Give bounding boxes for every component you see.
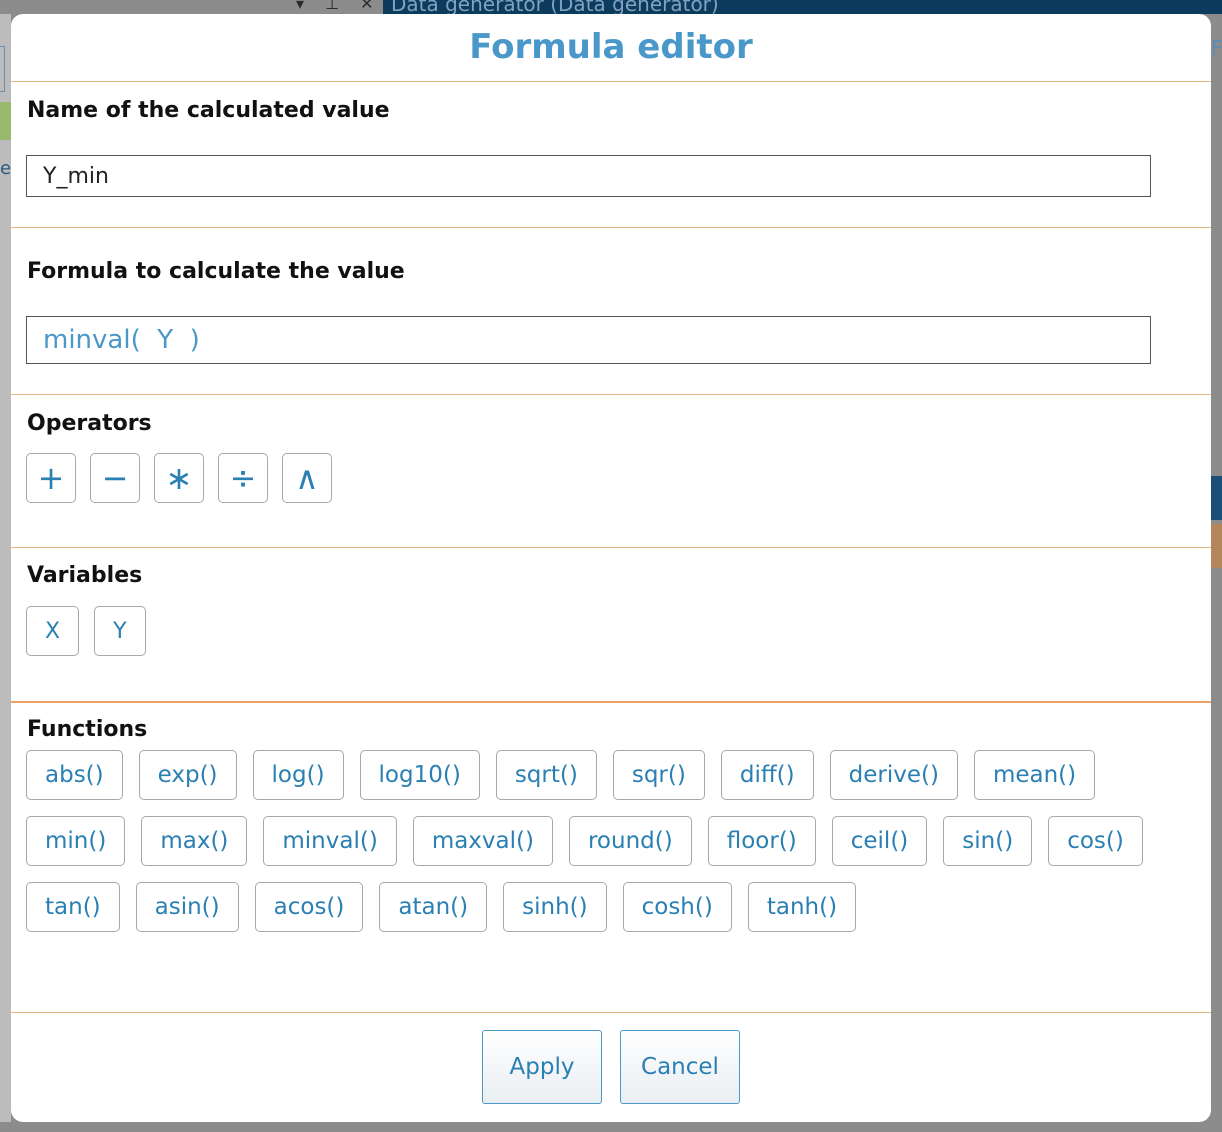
function-tanh-button[interactable]: tanh() <box>747 882 857 932</box>
name-input[interactable] <box>26 155 1151 197</box>
background-window-titlebar: Data generator (Data generator) <box>383 0 1222 14</box>
function-acos-button[interactable]: acos() <box>254 882 364 932</box>
function-atan-button[interactable]: atan() <box>379 882 488 932</box>
background-left-panel: e <box>0 14 11 1122</box>
operators-section: Operators + − ∗ ÷ ∧ <box>11 395 1211 548</box>
name-label: Name of the calculated value <box>27 98 390 123</box>
function-sqr-button[interactable]: sqr() <box>612 750 705 800</box>
function-log-button[interactable]: log() <box>252 750 344 800</box>
functions-label: Functions <box>27 717 148 742</box>
function-abs-button[interactable]: abs() <box>26 750 123 800</box>
function-mean-button[interactable]: mean() <box>973 750 1096 800</box>
variable-x-button[interactable]: X <box>26 606 80 656</box>
function-tan-button[interactable]: tan() <box>26 882 120 932</box>
function-derive-button[interactable]: derive() <box>829 750 958 800</box>
operator-plus-button[interactable]: + <box>26 453 76 503</box>
dialog-footer: Apply Cancel <box>11 1013 1211 1122</box>
function-ceil-button[interactable]: ceil() <box>831 816 928 866</box>
formula-section: Formula to calculate the value minval( Y… <box>11 228 1211 395</box>
function-asin-button[interactable]: asin() <box>135 882 239 932</box>
function-sinh-button[interactable]: sinh() <box>503 882 607 932</box>
function-sqrt-button[interactable]: sqrt() <box>495 750 597 800</box>
background-left-box <box>0 46 5 92</box>
operator-divide-button[interactable]: ÷ <box>218 453 268 503</box>
variables-section: Variables X Y <box>11 548 1211 703</box>
function-round-button[interactable]: round() <box>568 816 692 866</box>
background-window-title: Data generator (Data generator) <box>391 0 719 14</box>
formula-label: Formula to calculate the value <box>27 259 405 284</box>
function-min-button[interactable]: min() <box>26 816 126 866</box>
name-section: Name of the calculated value <box>11 82 1211 228</box>
function-minval-button[interactable]: minval() <box>263 816 397 866</box>
background-left-text: e <box>0 158 12 179</box>
function-cos-button[interactable]: cos() <box>1048 816 1143 866</box>
cancel-button[interactable]: Cancel <box>620 1030 740 1104</box>
functions-grid: abs() exp() log() log10() sqrt() sqr() d… <box>26 750 1176 932</box>
operator-minus-button[interactable]: − <box>90 453 140 503</box>
operator-power-button[interactable]: ∧ <box>282 453 332 503</box>
function-maxval-button[interactable]: maxval() <box>412 816 553 866</box>
variable-y-button[interactable]: Y <box>94 606 146 656</box>
formula-input[interactable]: minval( Y ) <box>26 316 1151 364</box>
function-log10-button[interactable]: log10() <box>359 750 480 800</box>
background-right-tab <box>1211 476 1222 520</box>
apply-button[interactable]: Apply <box>482 1030 602 1104</box>
operator-multiply-button[interactable]: ∗ <box>154 453 204 503</box>
background-right-text: Fo <box>1211 36 1222 60</box>
dialog-title: Formula editor <box>11 14 1211 82</box>
function-cosh-button[interactable]: cosh() <box>622 882 732 932</box>
function-sin-button[interactable]: sin() <box>943 816 1033 866</box>
background-left-green-block <box>0 102 11 140</box>
operators-label: Operators <box>27 411 152 436</box>
operators-row: + − ∗ ÷ ∧ <box>26 453 346 503</box>
functions-section: Functions abs() exp() log() log10() sqrt… <box>11 703 1211 1013</box>
function-exp-button[interactable]: exp() <box>138 750 237 800</box>
variables-row: X Y <box>26 606 161 656</box>
function-max-button[interactable]: max() <box>141 816 248 866</box>
variables-label: Variables <box>27 563 143 588</box>
background-right-orange-block <box>1211 524 1222 568</box>
background-window-controls: ▾ ⊥ ✕ <box>296 0 382 13</box>
function-floor-button[interactable]: floor() <box>707 816 816 866</box>
formula-editor-dialog: Formula editor Name of the calculated va… <box>11 14 1211 1122</box>
function-diff-button[interactable]: diff() <box>720 750 814 800</box>
